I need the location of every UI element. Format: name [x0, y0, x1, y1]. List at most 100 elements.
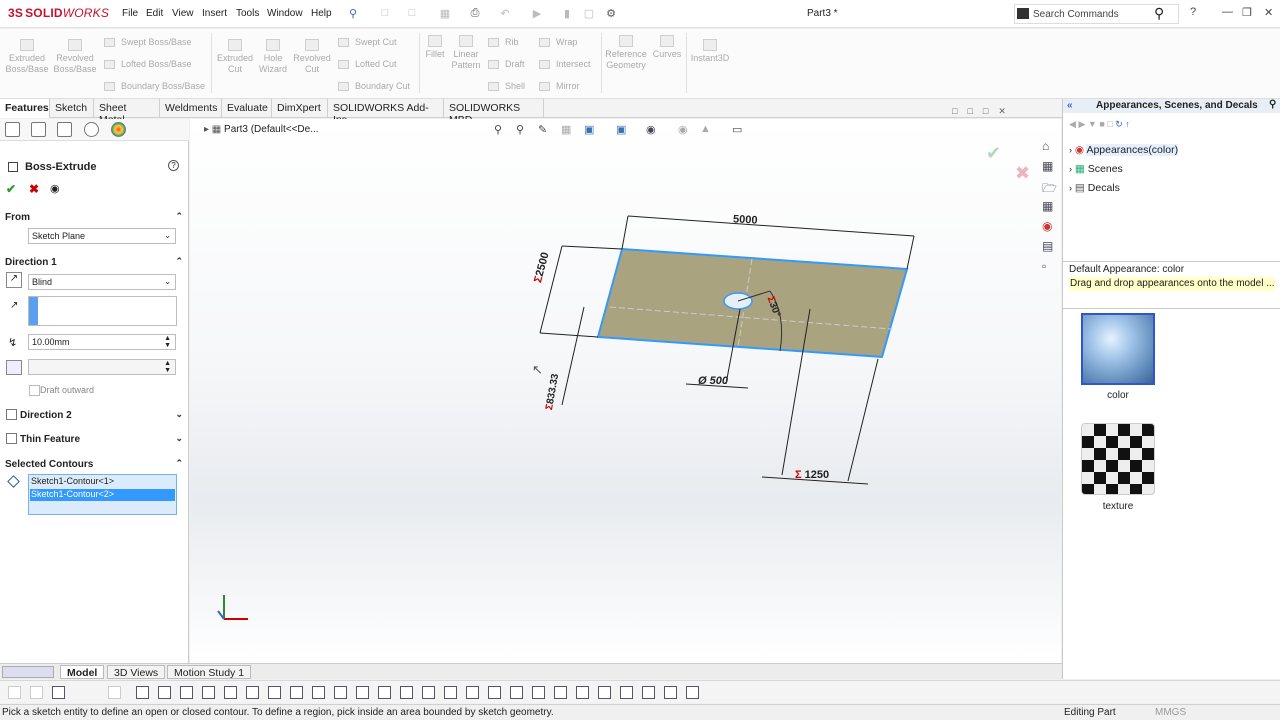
display-relations-icon[interactable] [444, 686, 457, 699]
slot-icon[interactable] [180, 686, 193, 699]
dimension-hole-label[interactable]: Ø 500 [698, 375, 728, 387]
tab-motion-study[interactable]: Motion Study 1 [167, 665, 252, 679]
sketch-fillet-icon[interactable] [466, 686, 479, 699]
mirror-button[interactable]: Mirror [539, 81, 580, 92]
reverse-direction-icon[interactable]: ↗ [6, 272, 22, 288]
tab-dimxpert[interactable]: DimXpert [272, 99, 328, 118]
select-icon[interactable]: ▶ [530, 7, 544, 20]
forward-icon[interactable]: ▶ [1078, 119, 1085, 129]
ok-check-icon[interactable]: ✔ [6, 182, 16, 196]
rebuild-icon[interactable]: ▮ [560, 7, 574, 20]
linear-pattern-button[interactable]: Linear Pattern [449, 35, 483, 71]
close-icon[interactable]: ✕ [1264, 6, 1273, 19]
instant3d-button[interactable]: Instant3D [688, 39, 732, 64]
from-dropdown[interactable]: Sketch Plane ⌄ [28, 228, 176, 244]
point-icon[interactable] [290, 686, 303, 699]
menu-file[interactable]: File [122, 8, 138, 19]
mirror-entities-icon[interactable] [400, 686, 413, 699]
tree-item-decals[interactable]: › ▤ Decals [1069, 182, 1120, 194]
sketch-mode-icon[interactable] [108, 686, 121, 699]
forum-icon[interactable]: ▫ [1042, 259, 1056, 273]
circle-icon[interactable] [202, 686, 215, 699]
view-close-icon[interactable]: ✕ [998, 106, 1006, 116]
boundary-boss-button[interactable]: Boundary Boss/Base [104, 81, 205, 92]
pin-icon[interactable]: ⚲ [1269, 99, 1276, 110]
custom-properties-icon[interactable]: ▤ [1042, 239, 1056, 253]
draft-button[interactable]: Draft [488, 59, 525, 70]
file-properties-icon[interactable]: ▢ [582, 7, 596, 20]
reference-geometry-button[interactable]: Reference Geometry [603, 35, 649, 71]
up-icon[interactable]: ↑ [1125, 119, 1130, 129]
extruded-cut-button[interactable]: Extruded Cut [214, 39, 256, 75]
home-tab-icon[interactable]: ⌂ [1042, 139, 1056, 153]
circular-sketch-pattern-icon[interactable] [620, 686, 633, 699]
sketch-drawing[interactable] [190, 119, 1061, 663]
trim-icon[interactable] [356, 686, 369, 699]
solidworks-logo[interactable]: 3S SOLIDWORKS [8, 6, 109, 20]
tab-evaluate[interactable]: Evaluate [222, 99, 272, 118]
minimize-icon[interactable]: — [1222, 6, 1233, 18]
collapse-arrows-icon[interactable]: « [1067, 100, 1073, 111]
home-icon[interactable]: ■ [1099, 119, 1104, 129]
quick-snaps-icon[interactable] [664, 686, 677, 699]
thin-feature-section-header[interactable]: Thin Feature ⌄ [15, 431, 189, 448]
preview-eye-icon[interactable]: ◉ [50, 182, 60, 195]
appearances-tab-icon[interactable]: ◉ [1042, 219, 1056, 233]
filter-toolbar-icon[interactable] [30, 686, 43, 699]
direction1-section-header[interactable]: Direction 1 ⌃ [0, 254, 189, 271]
tree-item-scenes[interactable]: › ▦ Scenes [1069, 163, 1123, 175]
convert-entities-icon[interactable] [488, 686, 501, 699]
tree-item-appearances[interactable]: › ◉ Appearances(color) [1069, 144, 1179, 156]
tab-addins[interactable]: SOLIDWORKS Add-Ins [328, 99, 444, 126]
menu-view[interactable]: View [172, 8, 194, 19]
swept-boss-button[interactable]: Swept Boss/Base [104, 37, 192, 48]
menu-insert[interactable]: Insert [202, 8, 227, 19]
menu-window[interactable]: Window [267, 8, 303, 19]
print-icon[interactable]: ⎙ [468, 7, 482, 20]
intersect-button[interactable]: Intersect [539, 59, 591, 70]
tab-model[interactable]: Model [60, 665, 105, 679]
direction2-section-header[interactable]: Direction 2 ⌄ [15, 407, 189, 424]
scale-entities-icon[interactable] [554, 686, 567, 699]
wrap-button[interactable]: Wrap [539, 37, 577, 48]
menu-help[interactable]: Help [311, 8, 332, 19]
view-palette-icon[interactable]: ▦ [1042, 199, 1056, 213]
menu-edit[interactable]: Edit [146, 8, 163, 19]
tab-features[interactable]: Features [0, 99, 50, 118]
copy-entities-icon[interactable] [576, 686, 589, 699]
tab-3d-views[interactable]: 3D Views [107, 665, 166, 679]
end-condition-dropdown[interactable]: Blind ⌄ [28, 274, 176, 290]
arc-icon[interactable] [224, 686, 237, 699]
menu-tools[interactable]: Tools [236, 8, 259, 19]
restore-icon[interactable]: ❐ [1242, 6, 1252, 19]
rapid-sketch-icon[interactable] [686, 686, 699, 699]
options-gear-icon[interactable]: ⚙ [604, 7, 618, 20]
swept-cut-button[interactable]: Swept Cut [338, 37, 397, 48]
offset-icon[interactable] [378, 686, 391, 699]
units-indicator[interactable]: MMGS [1155, 707, 1186, 718]
linear-sketch-pattern-icon[interactable] [598, 686, 611, 699]
list-item[interactable]: Sketch1-Contour<1> [30, 476, 175, 488]
appearance-thumb-texture[interactable] [1081, 423, 1155, 495]
filter-icon[interactable] [8, 686, 21, 699]
dropdown-icon[interactable]: ▼ [1088, 119, 1097, 129]
view-minimize-icon[interactable]: □ [967, 106, 972, 116]
draft-toggle-icon[interactable] [6, 360, 22, 375]
search-commands-input[interactable]: Search Commands ⚲ [1014, 4, 1179, 24]
smart-dimension-icon[interactable] [334, 686, 347, 699]
hole-wizard-button[interactable]: Hole Wizard [256, 39, 290, 75]
draft-angle-input[interactable]: ▲ ▼ [28, 359, 176, 375]
display-manager-icon[interactable] [111, 122, 126, 137]
undo-icon[interactable]: ↶ [498, 7, 512, 20]
add-folder-icon[interactable]: □ [1107, 119, 1112, 129]
depth-input[interactable]: 10.00mm ▲ ▼ [28, 334, 176, 350]
add-relation-icon[interactable] [422, 686, 435, 699]
rectangle-icon[interactable] [158, 686, 171, 699]
save-icon[interactable]: ▦ [438, 7, 452, 20]
list-item[interactable]: Sketch1-Contour<2> [30, 489, 175, 501]
help-question-icon[interactable]: ? [168, 160, 179, 171]
open-icon[interactable]: □ [405, 7, 419, 20]
pin-icon[interactable]: ⚲ [346, 7, 360, 20]
selected-contours-header[interactable]: Selected Contours ⌃ [0, 456, 189, 473]
back-icon[interactable]: ◀ [1069, 119, 1076, 129]
